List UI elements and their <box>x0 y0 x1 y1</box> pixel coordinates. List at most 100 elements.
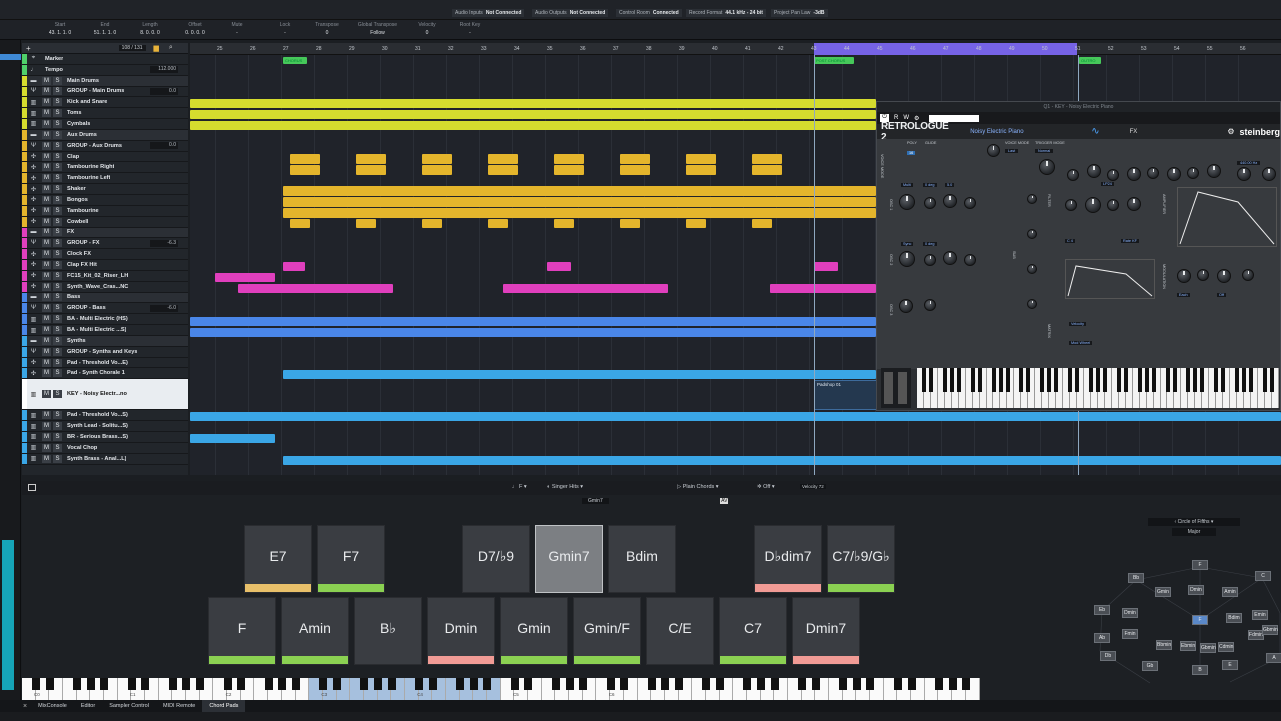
event-clip[interactable] <box>290 219 310 228</box>
piano-key-black[interactable] <box>620 678 629 690</box>
track-name[interactable]: Pad - Threshold Vo...E) <box>67 360 128 366</box>
chord-pads-keyboard[interactable]: C0 C1 C2 C3 C4 C5 C6 <box>22 678 980 700</box>
tab-midi-remote[interactable]: MIDI Remote <box>156 700 202 712</box>
cof-chord-node[interactable]: B <box>1192 665 1208 675</box>
track-row[interactable]: Ψ M S GROUP - Aux Drums 0.0 <box>22 140 188 152</box>
cof-chord-node[interactable]: Dmin <box>1188 585 1204 595</box>
event-clip[interactable] <box>215 273 275 282</box>
track-row[interactable]: ✣ M S Shaker <box>22 184 188 195</box>
piano-key-black[interactable] <box>1096 368 1100 392</box>
chord-pad[interactable]: F7 <box>317 525 385 593</box>
piano-key-black[interactable] <box>1221 368 1226 392</box>
event-clip[interactable] <box>422 165 452 175</box>
mute-button[interactable]: M <box>42 432 51 441</box>
chord-pad[interactable]: Bdim <box>608 525 676 593</box>
piano-key-black[interactable] <box>839 678 848 690</box>
mute-button[interactable]: M <box>42 260 51 269</box>
piano-key-black[interactable] <box>1242 368 1247 392</box>
mute-button[interactable]: M <box>42 185 51 194</box>
mute-button[interactable]: M <box>42 326 51 335</box>
mute-button[interactable]: M <box>42 347 51 356</box>
cof-chord-node[interactable]: Ab <box>1094 633 1110 643</box>
mute-button[interactable]: M <box>42 76 51 85</box>
track-value[interactable]: 0.0 <box>150 142 178 150</box>
track-name[interactable]: Clap FX Hit <box>67 262 97 268</box>
mute-button[interactable]: M <box>42 130 51 139</box>
event-clip[interactable] <box>283 186 876 196</box>
status-audio-outputs[interactable]: Audio Outputs Not Connected <box>532 9 609 17</box>
mute-button[interactable]: M <box>42 454 51 463</box>
parameter-knob[interactable] <box>1027 229 1037 239</box>
event-clip[interactable] <box>283 208 876 218</box>
tune-value[interactable]: 440.00 Hz <box>1237 161 1261 165</box>
track-row[interactable]: ▥ M S Pad - Threshold Vo...S) <box>22 410 188 422</box>
chord-pad[interactable]: C7/♭9/G♭ <box>827 525 895 593</box>
event-clip[interactable] <box>190 110 876 119</box>
piano-key-black[interactable] <box>100 678 109 690</box>
piano-key-black[interactable] <box>970 368 975 392</box>
track-row[interactable]: ▬ M S Bass <box>22 292 188 304</box>
track-row[interactable]: ✣ M S Clap FX Hit <box>22 260 188 271</box>
chord-display[interactable]: Gmin7 <box>582 498 609 504</box>
piano-key-black[interactable] <box>1026 368 1031 392</box>
folder-icon[interactable]: ▆ <box>154 44 159 52</box>
solo-button[interactable]: S <box>53 390 62 399</box>
solo-button[interactable]: S <box>53 130 62 139</box>
solo-button[interactable]: S <box>53 293 62 302</box>
track-row[interactable]: ▥ M S Cymbals <box>22 119 188 130</box>
piano-key-black[interactable] <box>1263 368 1268 392</box>
track-name[interactable]: BA - Multi Electric (HS) <box>67 316 128 322</box>
piano-key-black[interactable] <box>674 678 683 690</box>
parameter-knob[interactable] <box>1262 167 1276 181</box>
info-global-transpose[interactable]: Global Transpose Follow <box>355 22 400 36</box>
filter-rate[interactable]: Rate KF <box>1121 239 1139 243</box>
track-name[interactable]: GROUP - Bass <box>67 305 106 311</box>
mute-button[interactable]: M <box>42 152 51 161</box>
solo-button[interactable]: S <box>53 315 62 324</box>
piano-key-black[interactable] <box>743 678 752 690</box>
parameter-knob[interactable] <box>1085 197 1101 213</box>
piano-key-black[interactable] <box>956 368 961 392</box>
amp-envelope[interactable] <box>1177 187 1277 247</box>
track-row[interactable]: ▥ M S BA - Multi Electric ...S) <box>22 325 188 336</box>
piano-key-black[interactable] <box>182 678 191 690</box>
info-length[interactable]: Length 8. 0. 0. 0 <box>130 22 170 36</box>
event-clip[interactable] <box>620 165 650 175</box>
timeline-ruler[interactable]: 25 26 27 28 29 30 31 32 33 34 35 36 37 38 39 40 41 42 43 44… <box>190 43 1281 55</box>
mute-button[interactable]: M <box>42 217 51 226</box>
track-name[interactable]: Clock FX <box>67 251 91 257</box>
piano-key-black[interactable] <box>1214 368 1219 392</box>
parameter-knob[interactable] <box>899 251 915 267</box>
track-name[interactable]: Pad - Synth Chorale 1 <box>67 370 125 376</box>
parameter-knob[interactable] <box>1027 264 1037 274</box>
cof-chord-node[interactable]: Ebmin <box>1180 641 1196 651</box>
event-clip[interactable] <box>283 370 876 379</box>
track-name[interactable]: Vocal Chop <box>67 445 97 451</box>
solo-button[interactable]: S <box>53 87 62 96</box>
parameter-knob[interactable] <box>1127 197 1141 211</box>
piano-key-black[interactable] <box>934 678 943 690</box>
parameter-knob[interactable] <box>943 194 957 208</box>
piano-key-black[interactable] <box>770 678 779 690</box>
solo-button[interactable]: S <box>53 217 62 226</box>
status-pan-law[interactable]: Project Pan Law -3dB <box>771 9 828 17</box>
track-name[interactable]: BR - Serious Brass...S) <box>67 434 128 440</box>
piano-key-black[interactable] <box>1116 368 1121 392</box>
piano-key-black[interactable] <box>291 678 300 690</box>
event-clip[interactable] <box>554 165 584 175</box>
piano-key-black[interactable] <box>1165 368 1170 392</box>
event-clip[interactable] <box>503 284 668 293</box>
close-icon[interactable]: × <box>23 703 27 710</box>
piano-key-black[interactable] <box>1068 368 1073 392</box>
piano-key-black[interactable] <box>332 678 341 690</box>
parameter-knob[interactable] <box>1242 269 1254 281</box>
solo-button[interactable]: S <box>53 454 62 463</box>
midi-part-padshop[interactable]: Padshop 01 <box>814 380 878 410</box>
mute-button[interactable]: M <box>42 109 51 118</box>
voicing-select[interactable]: ▷ Plain Chords ▾ <box>677 484 719 490</box>
piano-key-black[interactable] <box>141 678 150 690</box>
solo-button[interactable]: S <box>53 282 62 291</box>
info-start[interactable]: Start 43. 1. 1. 0 <box>40 22 80 36</box>
piano-key-black[interactable] <box>757 678 766 690</box>
chord-pad[interactable]: Dmin7 <box>792 597 860 665</box>
